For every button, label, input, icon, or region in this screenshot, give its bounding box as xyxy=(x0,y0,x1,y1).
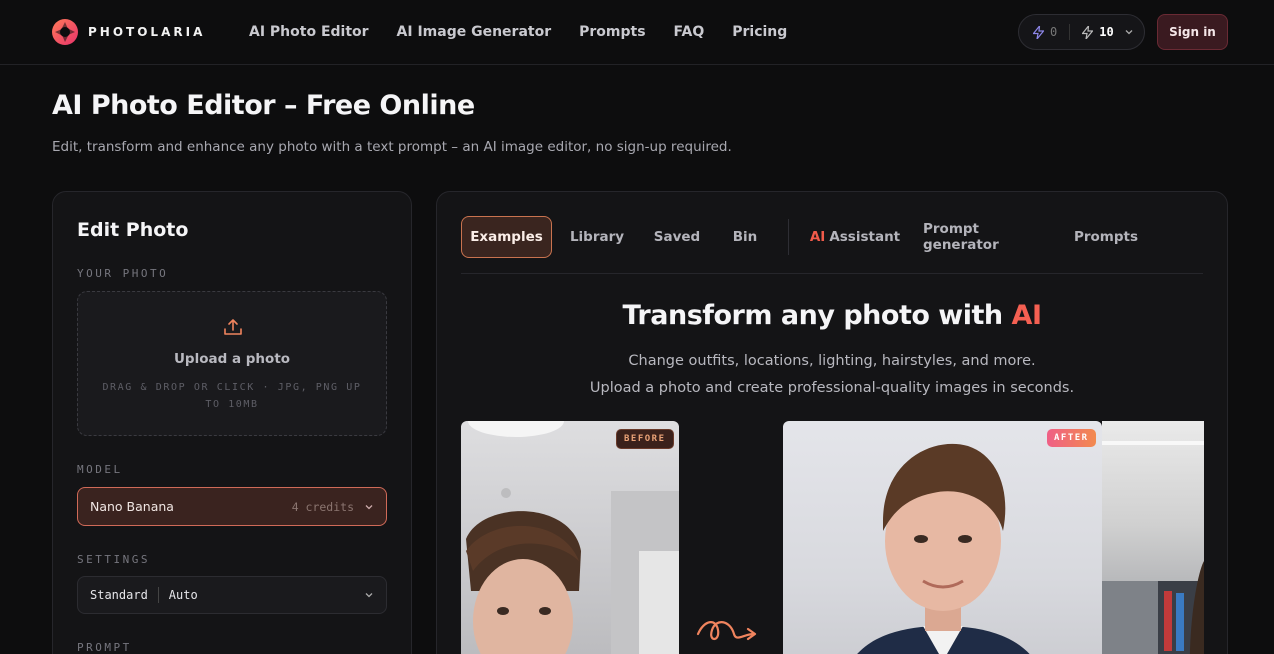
model-select[interactable]: Nano Banana 4 credits xyxy=(77,487,387,526)
transform-arrow-icon xyxy=(696,621,757,641)
nav-faq[interactable]: FAQ xyxy=(674,24,705,40)
settings-divider xyxy=(157,587,159,603)
nav-ai-image-generator[interactable]: AI Image Generator xyxy=(397,24,552,40)
your-photo-label: YOUR PHOTO xyxy=(77,267,169,280)
hero-title-text: Transform any photo with xyxy=(622,300,1003,331)
tab-examples[interactable]: Examples xyxy=(461,216,552,258)
free-credits-count: 0 xyxy=(1050,25,1058,39)
upload-icon xyxy=(224,319,242,335)
nav-ai-photo-editor[interactable]: AI Photo Editor xyxy=(249,24,369,40)
upload-title: Upload a photo xyxy=(173,351,291,367)
nav-pricing[interactable]: Pricing xyxy=(732,24,787,40)
tabs-divider xyxy=(788,219,789,255)
next-example-photo xyxy=(1102,421,1204,654)
model-cost: 4 credits xyxy=(291,499,354,514)
quality-value: Standard xyxy=(90,588,148,602)
paid-credits-count: 10 xyxy=(1099,25,1114,39)
before-photo-illustration xyxy=(466,421,679,654)
brand-name: PHOTOLARIA xyxy=(88,25,206,39)
panel-title: Edit Photo xyxy=(77,219,189,241)
tab-bin[interactable]: Bin xyxy=(723,216,767,258)
settings-select[interactable]: Standard Auto xyxy=(77,576,387,614)
top-header: PHOTOLARIA AI Photo Editor AI Image Gene… xyxy=(0,0,1274,65)
model-label: MODEL xyxy=(77,463,123,476)
brand-logo[interactable]: PHOTOLARIA xyxy=(52,19,205,45)
logo-icon xyxy=(52,19,78,45)
prompt-label: PROMPT xyxy=(77,641,132,654)
credits-dropdown[interactable]: 0 10 xyxy=(1018,14,1145,50)
main-nav: AI Photo Editor AI Image Generator Promp… xyxy=(249,24,787,40)
page-title: AI Photo Editor – Free Online xyxy=(52,90,475,121)
tab-ai-assistant[interactable]: AI Assistant xyxy=(808,216,902,258)
hero-line-1: Change outfits, locations, lighting, hai… xyxy=(628,353,1036,369)
before-badge: BEFORE xyxy=(616,429,674,449)
sign-in-button[interactable]: Sign in xyxy=(1157,14,1228,50)
tab-library[interactable]: Library xyxy=(561,216,633,258)
next-example-illustration xyxy=(1102,441,1204,654)
photo-upload-dropzone[interactable]: Upload a photo DRAG & DROP OR CLICK · JP… xyxy=(77,291,387,436)
after-photo-illustration xyxy=(857,443,1030,654)
chevron-down-icon xyxy=(365,504,373,509)
tab-prompts[interactable]: Prompts xyxy=(1072,216,1140,258)
chevron-down-icon xyxy=(1125,30,1133,35)
credits-divider xyxy=(1069,24,1071,40)
after-badge: AFTER xyxy=(1047,429,1096,447)
ai-accent-text: AI xyxy=(809,229,826,245)
lightning-icon xyxy=(1082,25,1094,39)
nav-prompts[interactable]: Prompts xyxy=(579,24,645,40)
after-photo: AFTER xyxy=(783,421,1102,654)
tab-saved[interactable]: Saved xyxy=(645,216,709,258)
page-subtitle: Edit, transform and enhance any photo wi… xyxy=(52,139,732,155)
examples-panel: Examples Library Saved Bin AI Assistant … xyxy=(436,191,1228,654)
model-value: Nano Banana xyxy=(90,499,174,514)
ratio-value: Auto xyxy=(168,588,198,602)
assistant-text: Assistant xyxy=(829,229,901,245)
hero-title: Transform any photo with AI xyxy=(437,300,1227,331)
hero-subtitle: Change outfits, locations, lighting, hai… xyxy=(437,348,1227,402)
hero-title-ai: AI xyxy=(1011,300,1042,331)
chevron-down-icon xyxy=(365,593,373,598)
settings-label: SETTINGS xyxy=(77,553,150,566)
panel-tabs: Examples Library Saved Bin AI Assistant … xyxy=(461,216,1203,274)
tab-prompt-generator[interactable]: Prompt generator xyxy=(923,216,1049,258)
edit-photo-panel: Edit Photo YOUR PHOTO Upload a photo DRA… xyxy=(52,191,412,654)
lightning-icon xyxy=(1033,25,1044,39)
upload-hint: DRAG & DROP OR CLICK · JPG, PNG UP TO 10… xyxy=(102,382,362,410)
hero-line-2: Upload a photo and create professional-q… xyxy=(589,380,1075,396)
before-photo: BEFORE xyxy=(461,421,679,654)
